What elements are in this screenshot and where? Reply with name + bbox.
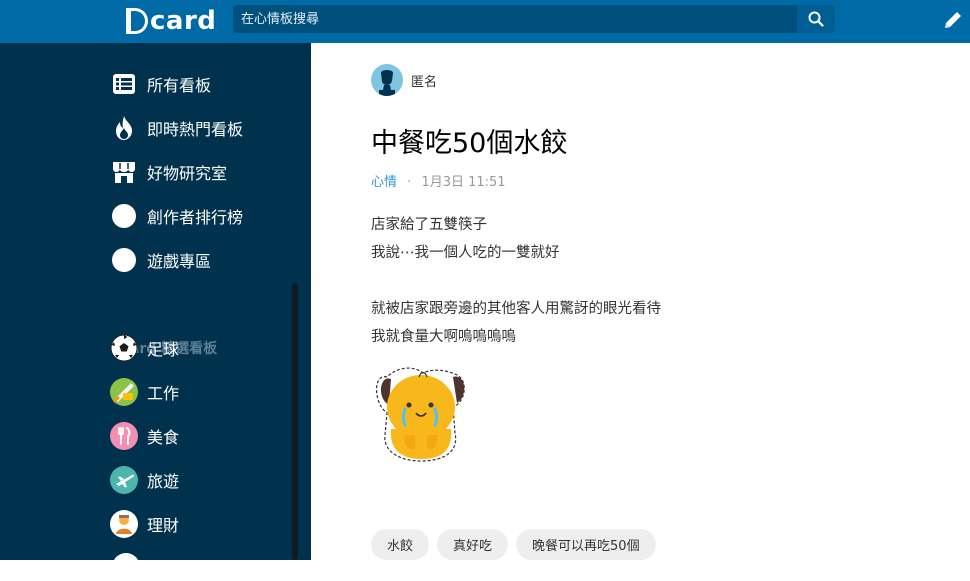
airplane-icon xyxy=(110,466,138,494)
post-meta: 心情 · 1月3日 11:51 xyxy=(371,171,506,190)
logo-d-mark xyxy=(126,8,148,34)
board-list-icon xyxy=(110,70,138,98)
tag-chip[interactable]: 水餃 xyxy=(371,529,430,560)
sidebar-board-finance[interactable]: 理財 xyxy=(110,509,179,539)
sidebar-board-soccer[interactable]: 足球 xyxy=(110,333,179,363)
soccer-ball-icon xyxy=(110,334,138,362)
sidebar: 所有看板 即時熱門看板 好物研究室 創作者排行榜 遊戲專區 Dcard 精選看板… xyxy=(0,43,311,581)
finance-icon xyxy=(110,510,138,538)
sidebar-item-label: 創作者排行榜 xyxy=(147,208,244,227)
author-name: 匿名 xyxy=(411,74,438,90)
meta-separator: · xyxy=(407,175,412,190)
post-body-line xyxy=(371,267,661,295)
sidebar-board-partial-icon[interactable] xyxy=(112,553,140,581)
tag-list: 水餃 真好吃 晚餐可以再吃50個 xyxy=(371,529,664,560)
search-input[interactable] xyxy=(233,5,793,33)
pencil-icon xyxy=(945,12,961,28)
fire-icon xyxy=(110,114,138,142)
post-author: 匿名 xyxy=(371,64,437,96)
search-icon xyxy=(808,11,824,27)
post-body-line: 店家給了五雙筷子 xyxy=(371,217,487,233)
post-timestamp: 1月3日 11:51 xyxy=(421,175,506,190)
sidebar-item-label: 理財 xyxy=(147,516,180,535)
sidebar-item-all-boards[interactable]: 所有看板 xyxy=(110,69,211,99)
post-title: 中餐吃50個水餃 xyxy=(371,128,568,159)
sidebar-item-label: 美食 xyxy=(147,428,180,447)
post-body-line: 就被店家跟旁邊的其他客人用驚訝的眼光看待 xyxy=(371,301,661,317)
sidebar-board-work[interactable]: 工作 xyxy=(110,377,179,407)
sidebar-item-label: 旅遊 xyxy=(147,472,180,491)
search-bar xyxy=(233,5,835,33)
search-button[interactable] xyxy=(797,5,835,33)
circle-icon xyxy=(110,202,138,230)
work-icon xyxy=(110,378,138,406)
dcard-logo[interactable]: card xyxy=(126,5,216,37)
board-link[interactable]: 心情 xyxy=(371,175,397,190)
person-icon xyxy=(379,70,395,96)
sidebar-board-travel[interactable]: 旅遊 xyxy=(110,465,179,495)
sidebar-item-goods-lab[interactable]: 好物研究室 xyxy=(110,157,227,187)
logo-text: card xyxy=(150,6,217,36)
sidebar-item-trending[interactable]: 即時熱門看板 xyxy=(110,113,243,143)
shop-icon xyxy=(110,158,138,186)
anonymous-avatar xyxy=(371,64,403,96)
post-body: 店家給了五雙筷子 我說⋯我一個人吃的一雙就好 就被店家跟旁邊的其他客人用驚訝的眼… xyxy=(371,211,661,351)
circle-icon xyxy=(110,246,138,274)
crying-dog-sticker xyxy=(375,367,465,462)
post-body-line: 我說⋯我一個人吃的一雙就好 xyxy=(371,245,560,261)
sidebar-item-label: 遊戲專區 xyxy=(147,252,212,271)
post-content: 匿名 中餐吃50個水餃 心情 · 1月3日 11:51 店家給了五雙筷子 我說⋯… xyxy=(311,43,970,560)
sidebar-item-label: 即時熱門看板 xyxy=(147,120,244,139)
sidebar-item-creator-ranking[interactable]: 創作者排行榜 xyxy=(110,201,243,231)
sidebar-item-games[interactable]: 遊戲專區 xyxy=(110,245,211,275)
top-navbar: card xyxy=(0,0,970,43)
write-post-button[interactable] xyxy=(940,7,966,33)
tag-chip[interactable]: 晚餐可以再吃50個 xyxy=(516,529,656,560)
sidebar-item-label: 工作 xyxy=(147,384,180,403)
post-body-line: 我就食量大啊嗚嗚嗚嗚 xyxy=(371,329,516,345)
sidebar-item-label: 好物研究室 xyxy=(147,164,228,183)
sidebar-scrollbar[interactable] xyxy=(292,283,298,560)
sidebar-item-label: 足球 xyxy=(147,340,180,359)
sidebar-board-food[interactable]: 美食 xyxy=(110,421,179,451)
fork-knife-icon xyxy=(110,422,138,450)
tag-chip[interactable]: 真好吃 xyxy=(437,529,509,560)
sidebar-item-label: 所有看板 xyxy=(147,76,212,95)
